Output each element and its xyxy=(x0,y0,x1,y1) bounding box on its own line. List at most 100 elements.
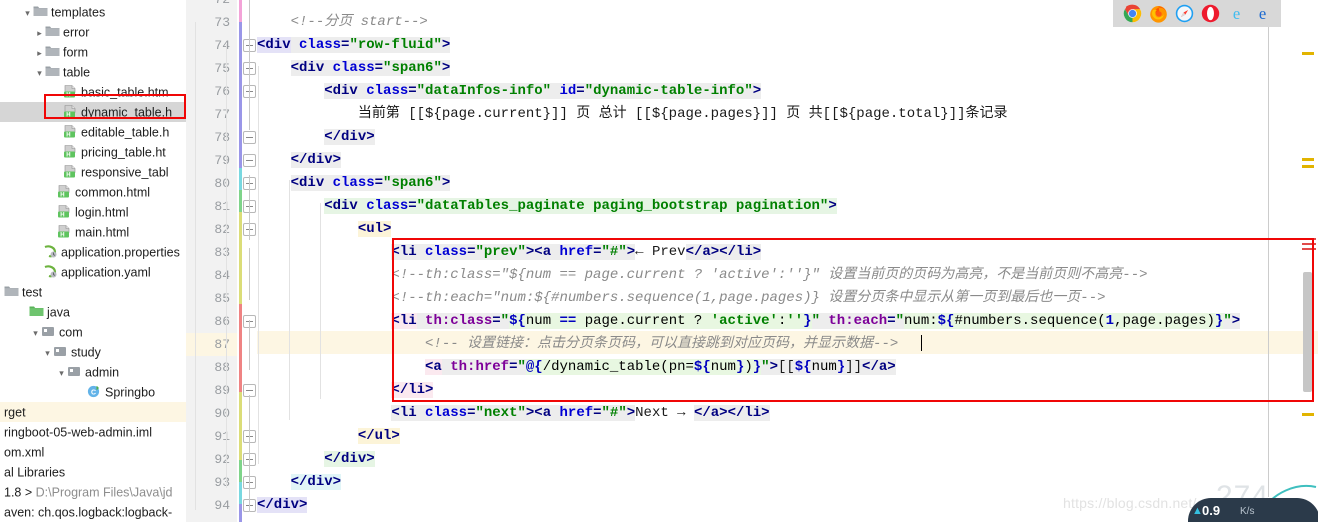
tree-item-om-xml[interactable]: om.xml xyxy=(0,442,186,462)
code-line-89[interactable]: </li> xyxy=(257,379,434,402)
code-token: " xyxy=(500,313,510,329)
html-file-icon: H xyxy=(63,105,78,118)
code-token: " xyxy=(517,359,526,375)
fold-toggle[interactable] xyxy=(243,154,256,167)
tree-item-admin[interactable]: ▾ admin xyxy=(0,362,186,382)
tree-item-aven-ch-qos-logback-logback[interactable]: aven: ch.qos.logback:logback- xyxy=(0,502,186,522)
project-tree-pane[interactable]: ▾ templates ▸ error ▸ form ▾ table Hbasic_table.… xyxy=(0,0,186,522)
code-folding-column[interactable] xyxy=(243,0,257,522)
tree-item-basic-table-htm[interactable]: Hbasic_table.htm xyxy=(0,82,186,102)
tree-item-label: ringboot-05-web-admin.iml xyxy=(4,425,152,440)
code-line-75[interactable]: <div class="span6"> xyxy=(257,57,451,80)
code-line-92[interactable]: </div> xyxy=(257,448,375,471)
code-token: = xyxy=(408,83,417,99)
tree-item-pricing-table-ht[interactable]: Hpricing_table.ht xyxy=(0,142,186,162)
internet-explorer-icon[interactable]: e xyxy=(1227,4,1246,23)
code-line-94[interactable]: </div> xyxy=(257,494,308,517)
tree-item-dynamic-table-h[interactable]: Hdynamic_table.h xyxy=(0,102,186,122)
code-line-91[interactable]: </ul> xyxy=(257,425,400,448)
code-line-87[interactable]: <!-- 设置链接：点击分页条页码，可以直接跳到对应页码，并显示数据--> xyxy=(257,333,898,356)
error-stripe-marker[interactable] xyxy=(1302,413,1314,416)
code-token: ${ xyxy=(794,359,812,375)
fold-toggle[interactable] xyxy=(243,131,256,144)
chevron-down-icon[interactable]: ▾ xyxy=(30,323,41,343)
tree-item-label: responsive_tabl xyxy=(81,165,169,180)
code-line-81[interactable]: <div class="dataTables_paginate paging_b… xyxy=(257,195,837,218)
code-token: "dataInfos-info" xyxy=(416,83,552,99)
text-caret xyxy=(921,335,922,351)
vcs-stripe-pink xyxy=(239,0,242,22)
tree-item-editable-table-h[interactable]: Heditable_table.h xyxy=(0,122,186,142)
chevron-down-icon[interactable]: ▾ xyxy=(34,63,45,83)
code-line-88[interactable]: <a th:href="@{/dynamic_table(pn=${num})}… xyxy=(257,356,896,379)
chevron-right-icon[interactable]: ▸ xyxy=(34,43,45,63)
chevron-down-icon[interactable]: ▾ xyxy=(22,3,33,23)
edge-icon[interactable]: e xyxy=(1253,4,1272,23)
code-token: <div xyxy=(257,37,291,53)
code-editor[interactable]: 72 73 74 75 76 77 78 79 80 81 82 83 84 85 86 87 88 89 90 91… xyxy=(186,0,1318,522)
code-line-80[interactable]: <div class="span6"> xyxy=(257,172,451,195)
tree-item-com[interactable]: ▾ com xyxy=(0,322,186,342)
tree-item-test[interactable]: test xyxy=(0,282,186,302)
code-line-78[interactable]: </div> xyxy=(257,126,375,149)
firefox-icon[interactable] xyxy=(1149,4,1168,23)
code-token: "#" xyxy=(601,405,627,421)
tree-item-form[interactable]: ▸ form xyxy=(0,42,186,62)
code-line-77[interactable]: 当前第 [[${page.current}]] 页 总计 [[${page.pa… xyxy=(257,103,1008,126)
tree-item-templates[interactable]: ▾ templates xyxy=(0,2,186,22)
code-line-90[interactable]: <li class="next"><a href="#">Next → </a>… xyxy=(257,402,770,425)
code-token: "#" xyxy=(601,244,627,260)
code-token: #numbers.sequence( xyxy=(954,313,1106,329)
code-line-74[interactable]: <div class="row-fluid"> xyxy=(257,34,451,57)
code-line-86[interactable]: <li th:class="${num == page.current ? 'a… xyxy=(257,310,1241,333)
vcs-stripe-olive xyxy=(239,212,242,304)
code-token: > xyxy=(1231,313,1241,329)
error-stripe-marker[interactable] xyxy=(1302,158,1314,161)
code-line-73[interactable]: <!--分页 start--> xyxy=(257,11,428,34)
editor-vertical-scrollbar-thumb[interactable] xyxy=(1303,272,1312,392)
error-stripe-marker[interactable] xyxy=(1302,52,1314,55)
line-number: 89 xyxy=(214,383,230,398)
code-line-84[interactable]: <!--th:class="${num == page.current ? 'a… xyxy=(257,264,1147,287)
tree-item-study[interactable]: ▾ study xyxy=(0,342,186,362)
opera-icon[interactable] xyxy=(1201,4,1220,23)
svg-text:H: H xyxy=(66,113,70,118)
network-speed-widget[interactable]: ▲ 0.9 K/s xyxy=(1188,498,1318,522)
error-stripe-marker[interactable] xyxy=(1302,165,1314,168)
code-line-93[interactable]: </div> xyxy=(257,471,342,494)
tree-item-1-8[interactable]: 1.8 > D:\Program Files\Java\jd xyxy=(0,482,186,502)
tree-item-responsive-tabl[interactable]: Hresponsive_tabl xyxy=(0,162,186,182)
code-token: ${ xyxy=(509,313,526,329)
browser-launcher-strip[interactable]: e e xyxy=(1113,0,1281,27)
chevron-down-icon[interactable]: ▾ xyxy=(42,343,53,363)
tree-item-table[interactable]: ▾ table xyxy=(0,62,186,82)
inspection-burger-icon[interactable] xyxy=(1302,238,1316,253)
chevron-down-icon[interactable]: ▾ xyxy=(56,363,67,383)
svg-text:H: H xyxy=(66,153,70,158)
tree-item-main-html[interactable]: Hmain.html xyxy=(0,222,186,242)
code-line-82[interactable]: <ul> xyxy=(257,218,392,241)
chevron-right-icon[interactable]: ▸ xyxy=(34,23,45,43)
code-line-76[interactable]: <div class="dataInfos-info" id="dynamic-… xyxy=(257,80,762,103)
tree-item-login-html[interactable]: Hlogin.html xyxy=(0,202,186,222)
code-text-area[interactable]: <!--分页 start--> <div class="row-fluid"> <… xyxy=(257,0,1318,522)
safari-icon[interactable] xyxy=(1175,4,1194,23)
chrome-icon[interactable] xyxy=(1123,4,1142,23)
tree-item-springbo[interactable]: C Springbo xyxy=(0,382,186,402)
tree-item-ringboot-05-web-admin-iml[interactable]: ringboot-05-web-admin.iml xyxy=(0,422,186,442)
tree-item-java[interactable]: java xyxy=(0,302,186,322)
line-number: 76 xyxy=(214,84,230,99)
tree-item-application-properties[interactable]: application.properties xyxy=(0,242,186,262)
tree-item-rget[interactable]: rget xyxy=(0,402,186,422)
code-line-79[interactable]: </div> xyxy=(257,149,342,172)
code-line-85[interactable]: <!--th:each="num:${#numbers.sequence(1,p… xyxy=(257,287,1105,310)
line-number: 90 xyxy=(214,406,230,421)
tree-item-common-html[interactable]: Hcommon.html xyxy=(0,182,186,202)
tree-item-application-yaml[interactable]: application.yaml xyxy=(0,262,186,282)
code-line-83[interactable]: <li class="prev"><a href="#">← Prev</a><… xyxy=(257,241,762,264)
html-file-icon: H xyxy=(57,185,72,198)
tree-item-al-libraries[interactable]: al Libraries xyxy=(0,462,186,482)
tree-item-error[interactable]: ▸ error xyxy=(0,22,186,42)
